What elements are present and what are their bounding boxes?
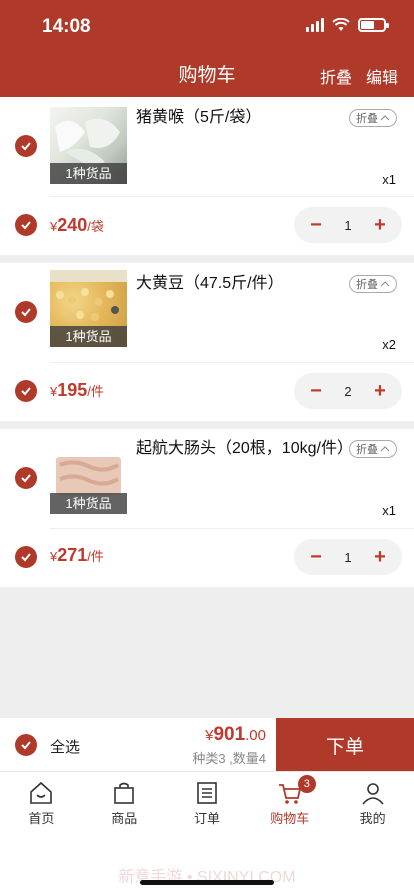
fold-button[interactable]: 折叠 (349, 440, 397, 458)
chevron-up-icon (380, 446, 390, 452)
item-qty-label: x1 (382, 503, 396, 518)
decrement-button[interactable]: − (308, 380, 324, 403)
quantity-value[interactable]: 2 (344, 384, 351, 399)
battery-icon (358, 18, 389, 32)
price-check[interactable] (15, 546, 37, 568)
item-price: ¥195/件 (50, 380, 104, 400)
status-time: 14:08 (42, 16, 91, 37)
tab-bar: 首页 商品 订单 3 购物车 我的 (0, 771, 414, 831)
total-amount: ¥901.00 (205, 724, 266, 745)
select-all-label[interactable]: 全选 (50, 736, 80, 757)
bag-icon (114, 782, 134, 804)
tab-label: 商品 (111, 811, 138, 826)
tab-cart[interactable]: 3 购物车 (248, 772, 331, 831)
chevron-up-icon (380, 115, 390, 121)
order-icon (197, 782, 217, 804)
check-icon (21, 387, 31, 396)
total-summary: 种类3 ,数量4 (192, 751, 266, 766)
quantity-stepper: − 1 + (294, 539, 402, 575)
product-name: 起航大肠头（20根，10kg/件） (136, 440, 353, 457)
cart-badge: 3 (297, 775, 316, 793)
increment-button[interactable]: + (372, 546, 388, 569)
tab-orders[interactable]: 订单 (166, 772, 249, 831)
quantity-value[interactable]: 1 (344, 218, 351, 233)
thumb-label: 1种货品 (50, 163, 127, 184)
fold-button[interactable]: 折叠 (349, 109, 397, 127)
increment-button[interactable]: + (372, 214, 388, 237)
fold-all-button[interactable]: 折叠 (320, 64, 352, 88)
cart-item: 1种货品 猪黄喉（5斤/袋） 折叠 x1 ¥240/袋 − 1 + (0, 97, 414, 255)
decrement-button[interactable]: − (308, 546, 324, 569)
divider (50, 528, 414, 529)
check-icon (21, 221, 31, 230)
chevron-up-icon (380, 281, 390, 287)
wifi-icon (332, 18, 350, 31)
select-all-check[interactable] (15, 734, 37, 756)
decrement-button[interactable]: − (308, 214, 324, 237)
cart-item: 1种货品 起航大肠头（20根，10kg/件） 折叠 x1 ¥271/件 − 1 … (0, 429, 414, 587)
increment-button[interactable]: + (372, 380, 388, 403)
item-check[interactable] (15, 301, 37, 323)
check-icon (21, 553, 31, 562)
quantity-stepper: − 1 + (294, 207, 402, 243)
thumb-label: 1种货品 (50, 493, 127, 514)
tab-home[interactable]: 首页 (0, 772, 83, 831)
status-icons (306, 18, 389, 32)
place-order-button[interactable]: 下单 (276, 718, 414, 772)
product-name: 猪黄喉（5斤/袋） (136, 109, 262, 126)
checkout-bar: 全选 ¥901.00 种类3 ,数量4 下单 (0, 717, 414, 772)
check-icon (21, 741, 31, 750)
divider (50, 196, 414, 197)
product-image[interactable]: 1种货品 (50, 107, 127, 184)
tab-label: 购物车 (270, 811, 310, 826)
cart-item: 1种货品 大黄豆（47.5斤/件） 折叠 x2 ¥195/件 − 2 + (0, 263, 414, 421)
product-image[interactable]: 1种货品 (50, 437, 127, 514)
fold-label: 折叠 (356, 113, 378, 125)
item-qty-label: x1 (382, 172, 396, 187)
thumb-label: 1种货品 (50, 326, 127, 347)
quantity-stepper: − 2 + (294, 373, 402, 409)
edit-button[interactable]: 编辑 (366, 64, 398, 88)
tab-profile[interactable]: 我的 (331, 772, 414, 831)
fold-label: 折叠 (356, 444, 378, 456)
tab-products[interactable]: 商品 (83, 772, 166, 831)
price-check[interactable] (15, 214, 37, 236)
item-check[interactable] (15, 135, 37, 157)
user-icon (361, 783, 384, 805)
divider (50, 362, 414, 363)
check-icon (21, 308, 31, 317)
item-qty-label: x2 (382, 337, 396, 352)
product-name: 大黄豆（47.5斤/件） (136, 275, 284, 292)
section-gap (0, 421, 414, 429)
tab-label: 我的 (359, 811, 386, 826)
check-icon (21, 142, 31, 151)
item-price: ¥271/件 (50, 545, 104, 565)
section-gap (0, 255, 414, 263)
price-check[interactable] (15, 380, 37, 402)
empty-area (0, 587, 414, 717)
item-check[interactable] (15, 467, 37, 489)
product-image[interactable]: 1种货品 (50, 270, 127, 347)
tab-label: 首页 (28, 811, 55, 826)
app-header: 14:08 购物车 折叠 编辑 (0, 0, 414, 97)
home-indicator[interactable] (140, 880, 274, 885)
fold-button[interactable]: 折叠 (349, 275, 397, 293)
check-icon (21, 474, 31, 483)
fold-label: 折叠 (356, 279, 378, 291)
item-price: ¥240/袋 (50, 215, 104, 235)
quantity-value[interactable]: 1 (344, 550, 351, 565)
tab-label: 订单 (193, 811, 220, 826)
home-icon (30, 781, 53, 804)
signal-icon (306, 18, 324, 32)
